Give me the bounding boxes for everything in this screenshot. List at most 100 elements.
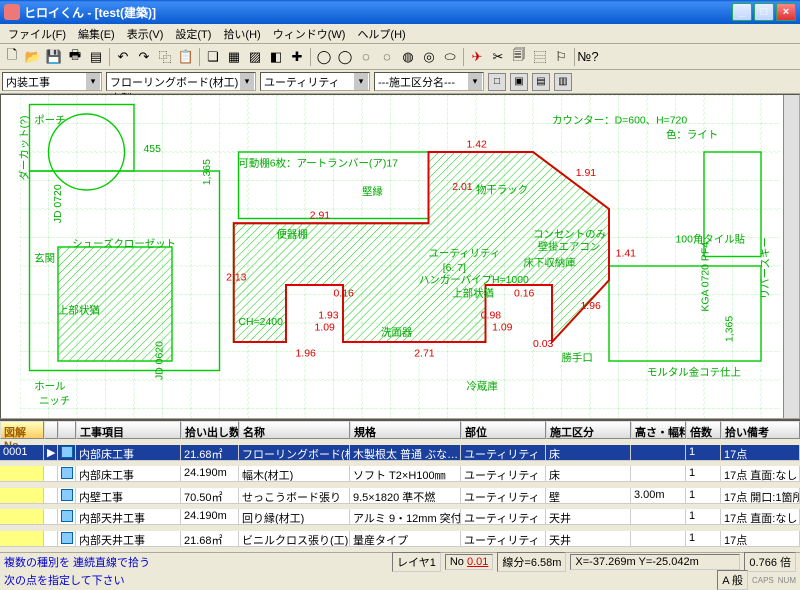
grid-cell[interactable]: 17点 <box>721 445 800 461</box>
close-button[interactable]: × <box>776 3 796 21</box>
grid-cell[interactable]: 1 <box>686 509 721 525</box>
minimize-button[interactable]: _ <box>732 3 752 21</box>
grid-cell[interactable] <box>58 531 76 547</box>
grid-cell[interactable]: 量産タイプ <box>350 531 461 547</box>
filter-btn2[interactable]: ▣ <box>510 73 528 91</box>
scissors-icon[interactable]: ✂ <box>488 47 508 67</box>
filter-btn3[interactable]: ▤ <box>532 73 550 91</box>
grid-cell[interactable]: ▶ <box>44 445 58 461</box>
tool-e-icon[interactable]: ✚ <box>287 47 307 67</box>
col-header[interactable] <box>44 421 58 439</box>
grid-cell[interactable] <box>631 445 686 461</box>
doc-icon[interactable]: 🗐 <box>509 47 529 67</box>
grid-cell[interactable] <box>44 509 58 525</box>
data-grid[interactable]: 図解No工事項目拾い出し数量名称規格部位施工区分高さ・幅料倍数拾い備考0001▶… <box>0 419 800 552</box>
grid-cell[interactable] <box>0 488 44 504</box>
grid-cell[interactable] <box>631 509 686 525</box>
oval-icon[interactable]: ⬭ <box>440 47 460 67</box>
grid-cell[interactable]: 17点 開口:1箇所 <box>721 488 800 504</box>
save-icon[interactable]: 💾 <box>44 47 64 67</box>
grid-cell[interactable] <box>0 531 44 547</box>
grid-cell[interactable]: 17点 <box>721 531 800 547</box>
grid-cell[interactable]: ソフト T2×H100㎜ <box>350 466 461 482</box>
grid-cell[interactable]: ユーティリティ <box>461 509 546 525</box>
grid-cell[interactable]: 1 <box>686 531 721 547</box>
grid-cell[interactable]: 内部天井工事 <box>76 509 181 525</box>
grid-cell[interactable]: ユーティリティ <box>461 466 546 482</box>
undo-icon[interactable]: ↶ <box>113 47 133 67</box>
grid-cell[interactable]: 24.190m <box>181 509 239 525</box>
col-header[interactable]: 施工区分 <box>546 421 631 439</box>
grid-cell[interactable]: 21.68㎡ <box>181 445 239 461</box>
circle4-icon[interactable]: ◌ <box>377 47 397 67</box>
grid-cell[interactable]: 壁 <box>546 488 631 504</box>
menu-help[interactable]: ヘルプ(H) <box>351 24 411 44</box>
grid-cell[interactable]: ユーティリティ <box>461 445 546 461</box>
grid-cell[interactable]: 3.00m <box>631 488 686 504</box>
filter-material[interactable]: フローリングボード(材工) 木製 <box>106 72 256 91</box>
grid-cell[interactable] <box>58 466 76 482</box>
grid-cell[interactable] <box>0 466 44 482</box>
tool-d-icon[interactable]: ◧ <box>266 47 286 67</box>
grid-cell[interactable]: 内部天井工事 <box>76 531 181 547</box>
open-icon[interactable]: 📂 <box>23 47 43 67</box>
filter-section[interactable]: ---施工区分名--- <box>374 72 484 91</box>
grid-cell[interactable]: 9.5×1820 準不燃 <box>350 488 461 504</box>
grid-cell[interactable]: 内部床工事 <box>76 445 181 461</box>
grid-cell[interactable]: 70.50㎡ <box>181 488 239 504</box>
tool-c-icon[interactable]: ▨ <box>245 47 265 67</box>
grid-cell[interactable]: 天井 <box>546 509 631 525</box>
grid-cell[interactable]: 1 <box>686 445 721 461</box>
grid-cell[interactable]: アルミ 9・12mm 突付け <box>350 509 461 525</box>
tool-a-icon[interactable]: ❏ <box>203 47 223 67</box>
grid-cell[interactable] <box>58 445 76 461</box>
menu-settings[interactable]: 設定(T) <box>169 24 217 44</box>
col-header[interactable]: 部位 <box>461 421 546 439</box>
vertical-scrollbar[interactable] <box>783 95 799 418</box>
net-icon[interactable]: ✈ <box>467 47 487 67</box>
circle5-icon[interactable]: ◍ <box>398 47 418 67</box>
col-header[interactable] <box>58 421 76 439</box>
paste-icon[interactable]: 📋 <box>176 47 196 67</box>
circle6-icon[interactable]: ◎ <box>419 47 439 67</box>
menu-edit[interactable]: 編集(E) <box>72 24 121 44</box>
grid-cell[interactable]: ビニルクロス張り(工) <box>239 531 350 547</box>
drawing-area[interactable]: カウンター：D=600、H=720 色：ライト 100角タイル貼 ユーティリティ… <box>0 94 800 419</box>
grid-cell[interactable]: 1 <box>686 488 721 504</box>
copy-icon[interactable]: ⿻ <box>155 47 175 67</box>
filter-btn1[interactable]: □ <box>488 73 506 91</box>
col-header[interactable]: 拾い出し数量 <box>181 421 239 439</box>
grid-cell[interactable]: 幅木(材工) <box>239 466 350 482</box>
col-header[interactable]: 拾い備考 <box>721 421 800 439</box>
grid-cell[interactable]: 回り縁(材工) <box>239 509 350 525</box>
col-header[interactable]: 名称 <box>239 421 350 439</box>
grid-cell[interactable] <box>44 488 58 504</box>
grid-cell[interactable]: 内壁工事 <box>76 488 181 504</box>
grid-cell[interactable]: 床 <box>546 445 631 461</box>
grid-cell[interactable]: ユーティリティ <box>461 488 546 504</box>
menu-window[interactable]: ウィンドウ(W) <box>267 24 352 44</box>
menu-hiroi[interactable]: 拾い(H) <box>217 24 266 44</box>
filter-btn4[interactable]: ▥ <box>554 73 572 91</box>
tool-b-icon[interactable]: ▦ <box>224 47 244 67</box>
filter-construction[interactable]: 内装工事 <box>2 72 102 91</box>
col-header[interactable]: 規格 <box>350 421 461 439</box>
maximize-button[interactable]: □ <box>754 3 774 21</box>
export-icon[interactable]: ▤ <box>86 47 106 67</box>
circle3-icon[interactable]: ◌ <box>356 47 376 67</box>
grid-cell[interactable]: 内部床工事 <box>76 466 181 482</box>
grid-cell[interactable]: フローリングボード(材工) <box>239 445 350 461</box>
menu-file[interactable]: ファイル(F) <box>2 24 72 44</box>
circle2-icon[interactable]: ◯ <box>335 47 355 67</box>
grid-cell[interactable]: 天井 <box>546 531 631 547</box>
grid-cell[interactable] <box>631 531 686 547</box>
grid-cell[interactable] <box>44 466 58 482</box>
col-header[interactable]: 工事項目 <box>76 421 181 439</box>
new-icon[interactable]: 🗋 <box>2 47 22 67</box>
grid-cell[interactable]: 21.68㎡ <box>181 531 239 547</box>
grid-cell[interactable]: 1 <box>686 466 721 482</box>
col-header[interactable]: 高さ・幅料 <box>631 421 686 439</box>
col-header[interactable]: 図解No <box>0 421 44 439</box>
help-icon[interactable]: №? <box>578 47 598 67</box>
menu-view[interactable]: 表示(V) <box>121 24 170 44</box>
